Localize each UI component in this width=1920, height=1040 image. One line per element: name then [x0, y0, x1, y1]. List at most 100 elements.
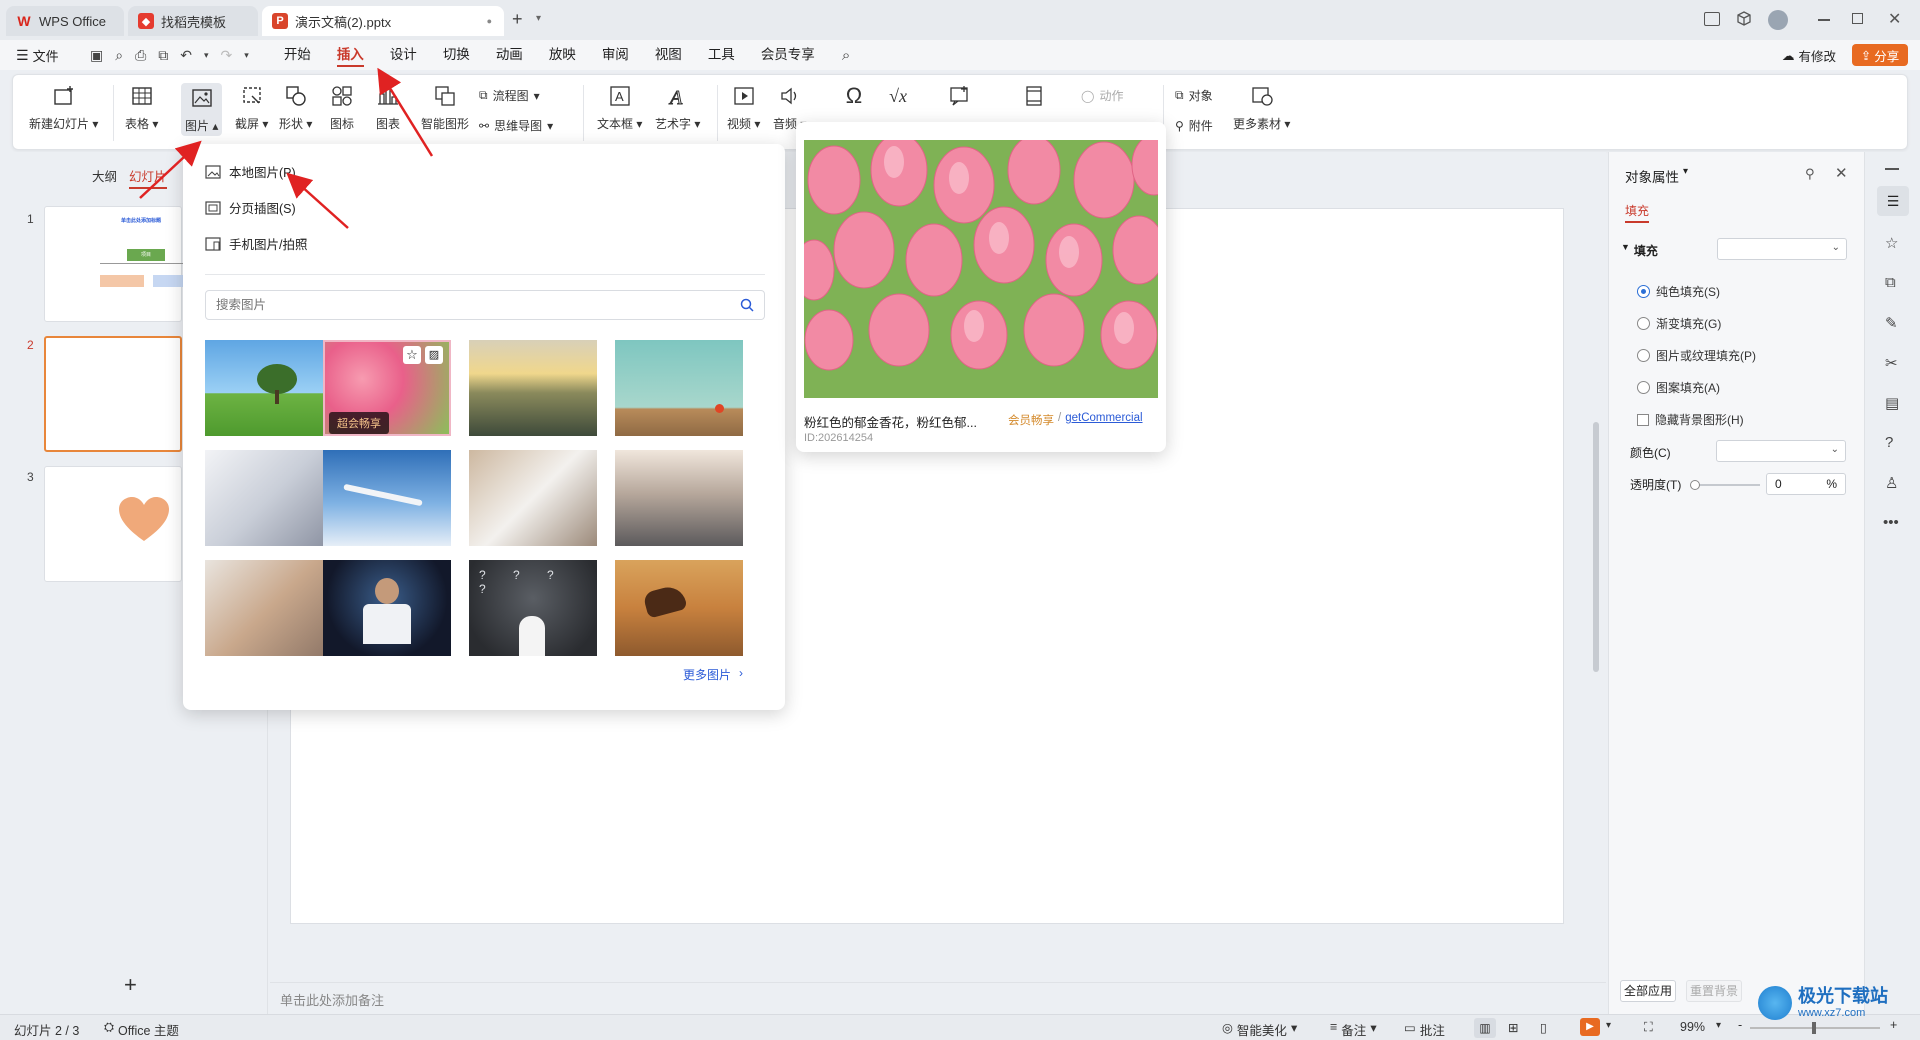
menu-design[interactable]: 设计	[377, 40, 430, 70]
favorite-star-icon[interactable]: ☆	[403, 346, 421, 364]
slider-handle[interactable]	[1690, 480, 1700, 490]
menu-transitions[interactable]: 切换	[430, 40, 483, 70]
minimize-icon[interactable]	[1818, 19, 1830, 21]
zoom-slider[interactable]	[1750, 1022, 1880, 1034]
close-panel-icon[interactable]: ✕	[1835, 164, 1848, 182]
crop-edit-icon[interactable]: ▨	[425, 346, 443, 364]
undo-icon[interactable]: ↶	[180, 47, 192, 64]
comments-toggle[interactable]: ▭ 批注	[1404, 1020, 1445, 1039]
more-materials-button[interactable]: 更多素材 ▾	[1233, 83, 1290, 132]
menu-animations[interactable]: 动画	[483, 40, 536, 70]
play-chevron-icon[interactable]: ▾	[1606, 1020, 1611, 1031]
fill-section-header[interactable]: ▼ 填充	[1621, 242, 1658, 259]
tab-wps-office[interactable]: W WPS Office	[6, 6, 124, 36]
zoom-out-button[interactable]: -	[1738, 1018, 1742, 1032]
local-picture-item[interactable]: 本地图片(P)	[205, 162, 296, 181]
shape-button[interactable]: 形状 ▾	[279, 83, 312, 132]
copy-icon[interactable]: ⧉	[1885, 274, 1896, 291]
file-menu[interactable]: ☰ 文件	[0, 46, 76, 65]
license-link[interactable]: getCommercial	[1065, 412, 1142, 428]
stock-image-apple-desk[interactable]	[615, 340, 743, 436]
find-icon[interactable]: ⌕	[115, 47, 123, 64]
tools-icon[interactable]: ✂	[1885, 354, 1898, 372]
redo-icon[interactable]: ↷	[221, 47, 233, 64]
zoom-level[interactable]: 99%	[1680, 1020, 1705, 1034]
normal-view-icon[interactable]: ▥	[1474, 1018, 1496, 1038]
reset-background-button[interactable]: 重置背景	[1686, 980, 1742, 1002]
slide-thumbnail-3[interactable]	[44, 466, 182, 582]
color-select[interactable]: ⌄	[1716, 440, 1846, 462]
chart-button[interactable]: 图表	[375, 83, 401, 132]
pattern-fill-option[interactable]: 图案填充(A)	[1637, 379, 1720, 396]
stock-image-tree[interactable]	[205, 340, 333, 436]
tab-fill[interactable]: 填充	[1625, 202, 1650, 223]
user-avatar[interactable]	[1768, 10, 1788, 30]
notes-area[interactable]: 单击此处添加备注	[270, 982, 1606, 1014]
print-preview-icon[interactable]: ⧉	[158, 47, 168, 64]
reading-view-icon[interactable]: ▯	[1540, 1020, 1547, 1035]
menu-slideshow[interactable]: 放映	[536, 40, 589, 70]
gradient-fill-option[interactable]: 渐变填充(G)	[1637, 315, 1721, 332]
more-chevron-icon[interactable]: ▾	[244, 50, 249, 61]
zoom-chevron-icon[interactable]: ▾	[1716, 1020, 1721, 1031]
flowchart-button[interactable]: ⧉ 流程图 ▾	[479, 87, 540, 104]
stock-image-chalkboard-question[interactable]: ? ? ? ?	[469, 560, 597, 656]
notes-toggle[interactable]: ≡ 备注 ▾	[1330, 1020, 1377, 1039]
changes-indicator[interactable]: ☁ 有修改	[1782, 46, 1836, 65]
menu-view[interactable]: 视图	[642, 40, 695, 70]
zoom-slider-handle[interactable]	[1812, 1022, 1816, 1034]
object-button[interactable]: ⧉ 对象	[1175, 87, 1213, 104]
theme-indicator[interactable]: ⛭ Office 主题	[104, 1020, 179, 1039]
stock-image-business-hands[interactable]	[205, 450, 333, 546]
wordart-button[interactable]: A 艺术字 ▾	[655, 83, 700, 132]
tab-outline[interactable]: 大纲	[92, 166, 117, 185]
more-pictures-link[interactable]: 更多图片 ›	[683, 666, 743, 683]
paged-picture-item[interactable]: 分页插图(S)	[205, 198, 296, 217]
new-slide-button[interactable]: 新建幻灯片 ▾	[29, 83, 98, 132]
tab-slides[interactable]: 幻灯片	[129, 166, 167, 189]
vertical-scrollbar[interactable]	[1590, 152, 1604, 976]
properties-icon[interactable]: ☰	[1877, 186, 1909, 216]
collapse-icon[interactable]	[1885, 168, 1899, 170]
slide-thumbnail-2[interactable]	[44, 336, 182, 452]
apply-all-button[interactable]: 全部应用	[1620, 980, 1676, 1002]
slide-thumbnail-1[interactable]: 单击此处添加标题 项目	[44, 206, 196, 322]
mindmap-button[interactable]: ⚯ 思维导图 ▾	[479, 117, 553, 134]
transparency-slider[interactable]	[1690, 480, 1760, 490]
stock-image-team-fists[interactable]	[205, 560, 333, 656]
action-button[interactable]: ◯ 动作	[1081, 87, 1123, 104]
edit-icon[interactable]: ✎	[1885, 314, 1898, 332]
picture-search-box[interactable]	[205, 290, 765, 320]
menu-vip[interactable]: 会员专享	[748, 40, 828, 70]
fill-type-select[interactable]: ⌄	[1717, 238, 1847, 260]
icon-button[interactable]: 图标	[329, 83, 355, 132]
panel-title[interactable]: 对象属性 ▾	[1625, 166, 1688, 186]
stock-image-solar-field[interactable]	[469, 340, 597, 436]
undo-chevron-icon[interactable]: ▾	[204, 50, 209, 61]
shirt-icon[interactable]: ♙	[1885, 474, 1898, 492]
smart-art-button[interactable]: 智能图形	[421, 83, 469, 132]
search-icon[interactable]: ⌕	[842, 47, 850, 64]
star-icon[interactable]: ☆	[1885, 234, 1898, 252]
cube-icon[interactable]	[1735, 10, 1753, 28]
pin-icon[interactable]: ⚲	[1805, 166, 1815, 182]
stock-image-signing-document[interactable]	[469, 450, 597, 546]
unsaved-dot-icon[interactable]: ●	[487, 16, 492, 26]
scrollbar-thumb[interactable]	[1593, 422, 1599, 672]
comment-button[interactable]	[947, 83, 973, 109]
stock-image-excited-man[interactable]	[323, 560, 451, 656]
stock-image-tulips[interactable]: ☆ ▨ 超会畅享	[323, 340, 451, 436]
menu-insert[interactable]: 插入	[324, 40, 377, 70]
stock-image-running-horse[interactable]	[615, 560, 743, 656]
save-icon[interactable]: ▣	[90, 47, 103, 64]
table-button[interactable]: 表格 ▾	[125, 83, 158, 132]
fit-window-icon[interactable]: ⛶	[1644, 1020, 1653, 1035]
book-icon[interactable]: ▤	[1885, 394, 1899, 412]
help-icon[interactable]: ?	[1885, 434, 1893, 451]
picture-fill-option[interactable]: 图片或纹理填充(P)	[1637, 347, 1756, 364]
share-button[interactable]: ⇪ 分享	[1852, 44, 1908, 66]
picture-button[interactable]: 图片 ▴	[181, 83, 223, 136]
print-icon[interactable]: ⎙	[135, 47, 146, 64]
tab-list-chevron-icon[interactable]: ▾	[536, 13, 541, 24]
grid-view-icon[interactable]: ⊞	[1508, 1020, 1518, 1035]
